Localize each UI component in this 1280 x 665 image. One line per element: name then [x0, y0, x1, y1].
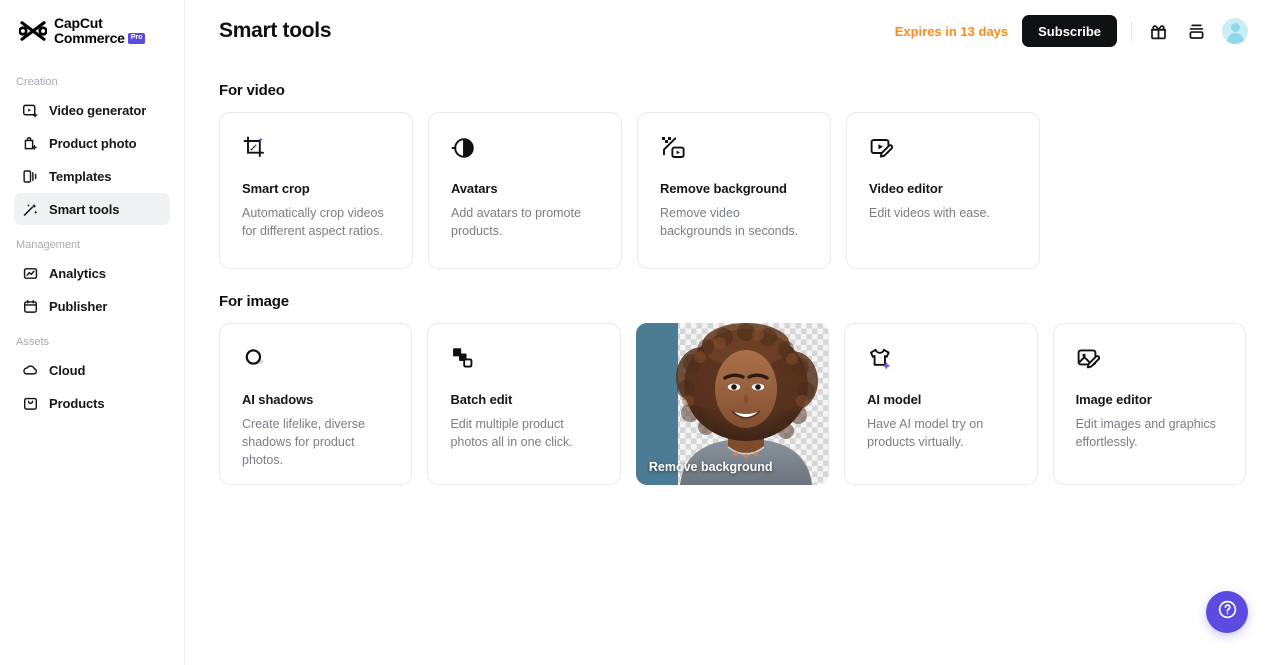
sidebar-item-cloud[interactable]: Cloud — [14, 354, 170, 386]
sidebar-item-label: Cloud — [49, 362, 86, 378]
preview-card-label: Remove background — [648, 460, 773, 474]
card-batch-edit[interactable]: Batch edit Edit multiple product photos … — [427, 323, 621, 485]
sidebar-item-label: Templates — [49, 168, 112, 184]
card-avatars[interactable]: Avatars Add avatars to promote products. — [428, 112, 622, 269]
card-smart-crop[interactable]: Smart crop Automatically crop videos for… — [219, 112, 413, 269]
templates-icon — [22, 168, 39, 185]
card-title: Remove background — [660, 181, 787, 196]
card-description: Automatically crop videos for different … — [242, 206, 384, 239]
sidebar-item-label: Analytics — [49, 265, 106, 281]
card-description: Edit images and graphics effortlessly. — [1075, 417, 1216, 450]
card-description: Edit videos with ease. — [869, 206, 990, 220]
toolbar-divider — [1131, 21, 1132, 41]
section-title: For video — [219, 82, 285, 99]
expires-label: Expires in 13 days — [894, 23, 1009, 39]
card-title: Batch edit — [450, 392, 513, 407]
sidebar-item-video-generator[interactable]: Video generator — [14, 94, 170, 126]
video-editor-icon — [869, 135, 1017, 161]
ai-shadows-icon — [242, 346, 389, 372]
card-description: Edit multiple product photos all in one … — [450, 417, 573, 450]
section-title: For image — [219, 293, 289, 310]
card-row-video: Smart crop Automatically crop videos for… — [219, 112, 1246, 269]
help-button[interactable] — [1206, 591, 1248, 633]
smart-tools-icon — [22, 201, 39, 218]
card-description: Add avatars to promote products. — [451, 206, 581, 239]
capcut-logo-icon — [18, 20, 48, 42]
sidebar-group-assets: Assets Cloud Products — [14, 336, 170, 419]
card-title: Video editor — [869, 181, 943, 196]
section-for-video: For video Smart crop Automatically crop … — [219, 82, 1246, 269]
avatar-body — [1226, 33, 1244, 44]
sidebar-item-analytics[interactable]: Analytics — [14, 257, 170, 289]
sidebar-item-product-photo[interactable]: Product photo — [14, 127, 170, 159]
card-description: Have AI model try on products virtually. — [867, 417, 984, 450]
card-title: Avatars — [451, 181, 498, 196]
smart-crop-icon — [242, 135, 390, 161]
brand-logo[interactable]: CapCut Commerce Pro — [14, 0, 170, 62]
sidebar-item-label: Smart tools — [49, 201, 120, 217]
sidebar-item-label: Video generator — [49, 102, 147, 118]
sidebar-item-label: Product photo — [49, 135, 137, 151]
avatars-icon — [451, 135, 599, 161]
section-for-image: For image AI shadows Create lifelike, di… — [219, 293, 1247, 485]
main-area: Smart tools Expires in 13 days Subscribe — [185, 0, 1280, 665]
sidebar-item-templates[interactable]: Templates — [14, 160, 170, 192]
ai-model-icon — [867, 346, 1014, 372]
subscribe-button[interactable]: Subscribe — [1022, 15, 1117, 47]
image-editor-icon — [1076, 346, 1223, 372]
card-remove-background-preview[interactable]: Remove background — [635, 323, 830, 485]
brand-line-1: CapCut — [54, 15, 103, 32]
remove-background-icon — [660, 135, 808, 161]
sidebar-group-label-assets: Assets — [16, 336, 50, 348]
sidebar-item-smart-tools[interactable]: Smart tools — [14, 193, 170, 225]
pro-badge: Pro — [127, 33, 146, 44]
top-bar: Smart tools Expires in 13 days Subscribe — [185, 0, 1280, 62]
stack-icon[interactable] — [1184, 19, 1208, 43]
card-row-image: AI shadows Create lifelike, diverse shad… — [219, 323, 1247, 485]
card-title: Smart crop — [242, 181, 310, 196]
sidebar-group-management: Management Analytics Publisher — [14, 239, 170, 322]
sidebar-group-label-creation: Creation — [16, 76, 58, 88]
publisher-icon — [22, 298, 39, 315]
page-title: Smart tools — [219, 19, 332, 42]
card-image-editor[interactable]: Image editor Edit images and graphics ef… — [1052, 323, 1247, 485]
cloud-icon — [22, 362, 39, 379]
sidebar: CapCut Commerce Pro Creation Video gener… — [0, 0, 185, 665]
content-area: For video Smart crop Automatically crop … — [185, 62, 1280, 485]
app-root: CapCut Commerce Pro Creation Video gener… — [0, 0, 1280, 665]
card-title: AI shadows — [242, 392, 314, 407]
analytics-icon — [22, 265, 39, 282]
avatar[interactable] — [1222, 18, 1248, 44]
card-ai-shadows[interactable]: AI shadows Create lifelike, diverse shad… — [219, 323, 413, 485]
sidebar-group-creation: Creation Video generator Product photo T… — [14, 76, 170, 225]
brand-line-2: Commerce — [54, 30, 125, 46]
sidebar-group-label-management: Management — [16, 239, 81, 251]
card-description: Remove video backgrounds in seconds. — [660, 206, 799, 239]
card-description: Create lifelike, diverse shadows for pro… — [242, 417, 365, 468]
sidebar-item-products[interactable]: Products — [14, 387, 170, 419]
video-generator-icon — [22, 102, 39, 119]
sidebar-item-label: Publisher — [49, 298, 108, 314]
batch-edit-icon — [450, 346, 597, 372]
card-video-editor[interactable]: Video editor Edit videos with ease. — [846, 112, 1040, 269]
top-bar-actions: Expires in 13 days Subscribe — [895, 15, 1248, 47]
products-icon — [22, 395, 39, 412]
help-circle-icon — [1217, 599, 1238, 625]
sidebar-item-label: Products — [49, 395, 105, 411]
card-ai-model[interactable]: AI model Have AI model try on products v… — [844, 323, 1038, 485]
card-remove-background-video[interactable]: Remove background Remove video backgroun… — [637, 112, 831, 269]
sidebar-item-publisher[interactable]: Publisher — [14, 290, 170, 322]
gift-icon[interactable] — [1146, 19, 1170, 43]
card-title: Image editor — [1075, 392, 1152, 407]
product-photo-icon — [22, 135, 39, 152]
avatar-head — [1230, 23, 1240, 32]
card-title: AI model — [867, 392, 922, 407]
